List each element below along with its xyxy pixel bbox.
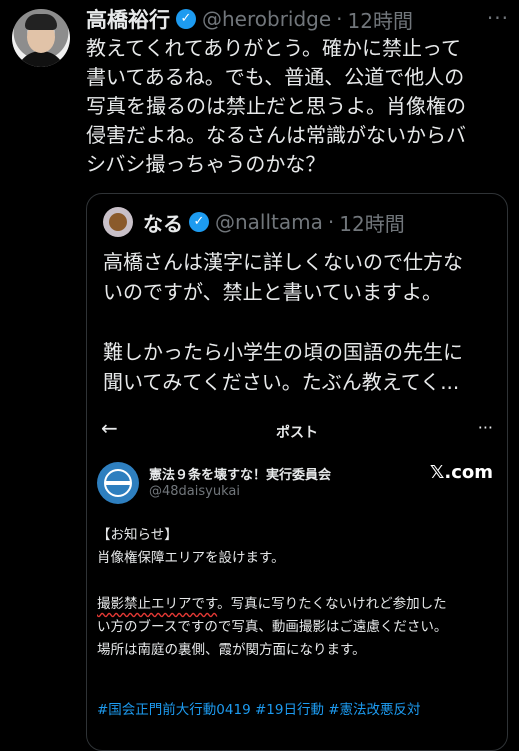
notice-heading: 【お知らせ】 — [97, 527, 178, 543]
tweet-time[interactable]: 12時間 — [348, 5, 413, 34]
separator: · — [327, 210, 335, 234]
quote-handle[interactable]: @nalltama — [215, 210, 323, 234]
embed-top-bar: ← ポスト ··· — [87, 412, 507, 448]
org-name: 憲法９条を壊すな！実行委員会 — [149, 468, 332, 483]
notice-line: 肖像権保障エリアを設けます。 — [97, 550, 285, 566]
verified-badge-icon: ✓ — [176, 9, 196, 29]
notice-line: 場所は南庭の裏側、霞が関方面になります。 — [97, 642, 366, 658]
separator: · — [336, 7, 343, 31]
quote-time[interactable]: 12時間 — [339, 208, 404, 237]
verified-badge-icon: ✓ — [189, 212, 209, 232]
avatar-body — [16, 51, 66, 67]
org-logo-icon — [97, 462, 139, 504]
more-options-icon: ··· — [477, 418, 493, 437]
quote-text: 高橋さんは漢字に詳しくないので仕方な いのですが、禁止と書いていますよ。 難しか… — [103, 250, 463, 394]
tweet-text: 教えてくれてありがとう。確かに禁止って 書いてあるね。でも、普通、公道で他人の … — [86, 36, 466, 176]
org-handle: @48daisyukai — [149, 484, 240, 499]
author-handle[interactable]: @herobridge — [202, 7, 331, 31]
embedded-post-screenshot[interactable]: ← ポスト ··· 憲法９条を壊すな！実行委員会 @48daisyukai 𝕏.… — [87, 412, 507, 750]
quote-header: なる ✓ @nalltama · 12時間 — [103, 207, 405, 237]
hashtags: #国会正門前大行動0419 #19日行動 #憲法改悪反対 — [97, 702, 421, 718]
embed-body-text: 【お知らせ】 肖像権保障エリアを設けます。 撮影禁止エリアです。写真に写りたくな… — [97, 524, 501, 662]
embed-title: ポスト — [276, 425, 318, 441]
notice-line: い方のブースですので写真、動画撮影はご遠慮ください。 — [97, 619, 448, 635]
logo-bar — [106, 481, 130, 485]
x-logo: 𝕏.com — [429, 462, 493, 483]
highlighted-text: 撮影禁止エリアです — [97, 596, 218, 612]
quote-author-name[interactable]: なる — [143, 208, 183, 237]
author-avatar[interactable] — [12, 9, 70, 67]
avatar-hair — [25, 14, 57, 30]
quote-avatar[interactable] — [103, 207, 133, 237]
notice-line: 。写真に写りたくないけれど参加した — [217, 596, 447, 612]
tweet-header: 高橋裕行 ✓ @herobridge · 12時間 — [86, 4, 499, 34]
more-options-icon[interactable]: ··· — [487, 6, 509, 30]
quoted-tweet[interactable]: なる ✓ @nalltama · 12時間 高橋さんは漢字に詳しくないので仕方な… — [86, 193, 508, 751]
author-name[interactable]: 高橋裕行 — [86, 4, 170, 34]
